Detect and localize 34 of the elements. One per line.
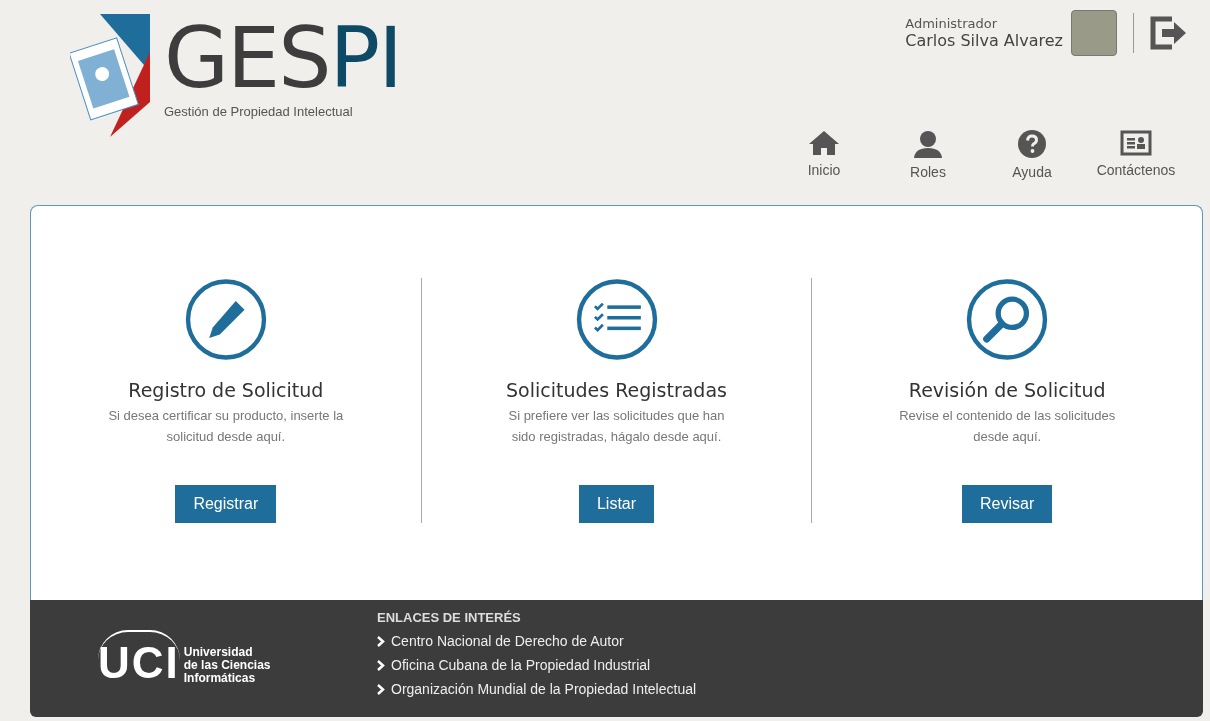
user-name: Carlos Silva Alvarez [905,31,1063,50]
chevron-icon [377,683,385,695]
uci-logo-text: Informáticas [183,672,257,685]
person-icon [913,130,943,158]
logout-icon[interactable] [1150,16,1188,50]
nav-link[interactable]: Contáctenos [1084,130,1188,180]
section-title: Registro de Solicitud [128,379,324,401]
uci-logo-mark: UCI [98,629,180,688]
section-description: Si prefiere ver las solicitudes que han sido registradas, hágalo desde aquí. [507,407,726,446]
footer-link[interactable]: Centro Nacional de Derecho de Autor [377,633,697,649]
uci-logo-text: Universidad [183,646,254,659]
section-description: Revise el contenido de las solicitudes desde aquí. [898,407,1117,446]
section-title: Solicitudes Registradas [506,379,727,401]
uci-logo-text: de las Ciencias [183,659,271,672]
logo-wordmark: GESPI [164,16,401,100]
nav-link[interactable]: Roles [876,130,980,180]
chevron-icon [377,659,385,671]
logo-subtitle: Gestión de Propiedad Intelectual [164,104,354,119]
section-title: Revisión de Solicitud [908,379,1106,401]
action-button[interactable]: Revisar [962,485,1053,523]
action-button[interactable]: Registrar [175,485,277,523]
action-button[interactable]: Listar [578,485,655,523]
nav-link[interactable]: Ayuda [980,130,1084,180]
help-icon [1018,130,1046,158]
contact-card-icon [1120,130,1152,156]
user-role: Administrador [905,16,999,31]
nav-link[interactable]: Inicio [772,130,876,180]
section-description: Si desea certificar su producto, inserte la solicitud desde aquí. [107,407,345,446]
footer-link[interactable]: Organización Mundial de la Propiedad Intelectual [377,681,697,697]
avatar-placeholder [1071,10,1117,56]
footer-link[interactable]: Oficina Cubana de la Propiedad Industrial [377,657,697,673]
chevron-icon [377,635,385,647]
links-heading: ENLACES DE INTERÉS [377,610,522,625]
home-icon [808,130,840,156]
